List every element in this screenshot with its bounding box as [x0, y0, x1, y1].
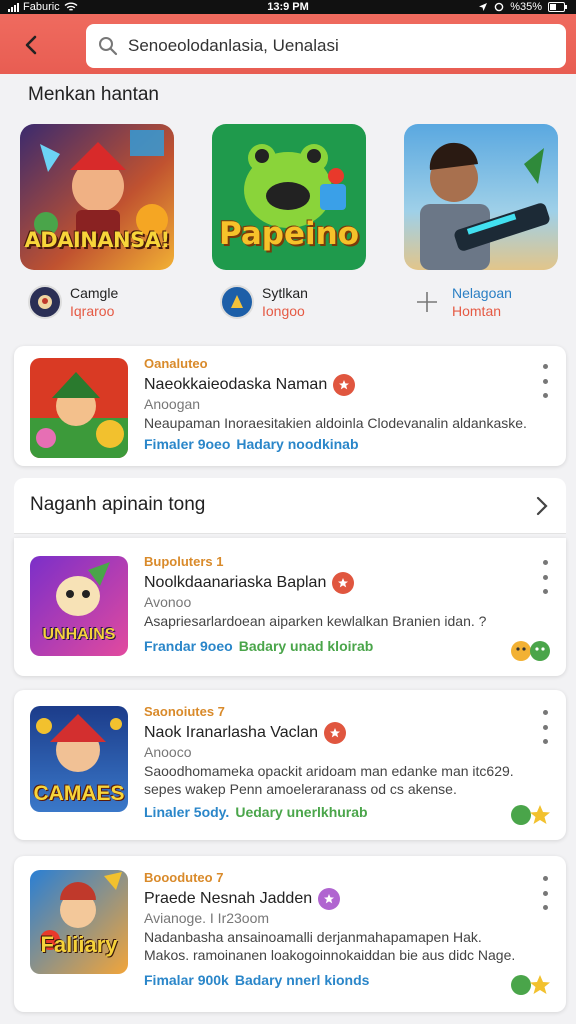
game-card[interactable]: Faliiary Boooduteo 7 Praede Nesnah Jadde…	[14, 856, 566, 1012]
game-title: Praede Nesnah Jadden	[144, 890, 313, 907]
featured-game-3[interactable]: Nelagoan Homtan	[404, 124, 560, 319]
battery-percent: %35%	[510, 1, 542, 13]
game-description: Neaupaman Inoraesitakien aldoinla Clodev…	[144, 415, 527, 431]
game-status-label: Uedary unerlkhurab	[235, 804, 368, 820]
game-card[interactable]: Oanaluteo Naeokkaieodaska Naman Anoogan …	[14, 346, 566, 466]
more-options-icon[interactable]	[540, 364, 550, 398]
game-developer: Avonoo	[144, 594, 192, 610]
location-icon	[479, 3, 488, 11]
back-button[interactable]	[14, 28, 48, 62]
clock: 13:9 PM	[267, 1, 309, 13]
signal-icon	[8, 2, 19, 12]
game-title: Naok Iranarlasha Vaclan	[144, 724, 319, 741]
game-status-label: Badary unad kloirab	[238, 638, 374, 654]
reaction-icons	[508, 638, 554, 664]
game-developer: Avianoge. I Ir23oom	[144, 910, 270, 926]
game-rating-label: Linaler 5ody.	[144, 804, 230, 820]
section-row-header[interactable]: Naganh apinain tong	[14, 478, 566, 534]
sync-icon	[494, 2, 504, 12]
reaction-icons	[508, 802, 554, 828]
game-title: Naeokkaieodaska Naman	[144, 376, 328, 393]
verified-badge-icon	[333, 374, 356, 396]
game-category: Oanaluteo	[144, 356, 208, 371]
game-developer: Anooco	[144, 744, 192, 760]
search-input[interactable]: Senoeolodanlasia, Uenalasi	[86, 24, 566, 68]
game-thumbnail-banner: Faliiary	[40, 932, 118, 957]
verified-badge-icon	[324, 722, 347, 744]
game-developer: Anoogan	[144, 396, 201, 412]
featured-title: Camgle	[70, 285, 119, 301]
chevron-right-icon	[536, 496, 548, 516]
game-description: Asapriesarlardoean aiparken kewlalkan Br…	[144, 613, 487, 629]
carrier-label: Faburic	[23, 1, 60, 13]
battery-icon	[548, 2, 567, 12]
game-rating-label: Fimalar 900k	[144, 972, 229, 988]
featured-banner: ADAINANSA!	[24, 228, 170, 252]
featured-game-1[interactable]: ADAINANSA! Camgle Iqraroo	[20, 124, 176, 319]
game-description: Nadanbasha ansainoamalli derjanmahapamap…	[144, 929, 516, 963]
verified-badge-icon	[318, 888, 341, 910]
featured-title: Nelagoan	[452, 285, 512, 301]
featured-subtitle: Iqraroo	[70, 303, 115, 319]
publisher-avatar	[220, 285, 254, 319]
add-icon[interactable]	[410, 285, 444, 319]
game-rating-label: Fimaler 9oeo	[144, 436, 231, 452]
game-status-label: Hadary noodkinab	[236, 436, 359, 452]
featured-subtitle: Homtan	[452, 303, 502, 319]
status-bar: Faburic 13:9 PM %35%	[0, 0, 576, 14]
game-thumbnail-banner: UNHAINS	[42, 626, 116, 643]
game-card[interactable]: UNHAINS Bupoluters 1 Noolkdaanariaska Ba…	[14, 538, 566, 676]
app-header: Senoeolodanlasia, Uenalasi	[0, 14, 576, 74]
game-card[interactable]: CAMAES Saonoiutes 7 Naok Iranarlasha Vac…	[14, 690, 566, 840]
featured-game-2[interactable]: Papeino Sytlkan Iongoo	[212, 124, 368, 319]
more-options-icon[interactable]	[540, 710, 550, 744]
publisher-avatar	[28, 285, 62, 319]
wifi-icon	[64, 2, 78, 11]
verified-badge-icon	[332, 572, 355, 594]
section-title: Menkan hantan	[28, 84, 159, 105]
game-thumbnail	[30, 358, 128, 458]
featured-subtitle: Iongoo	[262, 303, 305, 319]
game-category: Bupoluters 1	[144, 554, 224, 569]
game-rating-label: Frandar 9oeo	[144, 638, 233, 654]
game-thumbnail: UNHAINS	[30, 556, 128, 656]
game-description: Saoodhomameka opackit aridoam man edanke…	[144, 763, 514, 797]
featured-game-art: ADAINANSA!	[20, 124, 174, 270]
search-icon	[99, 37, 118, 56]
more-options-icon[interactable]	[540, 560, 550, 594]
featured-title: Sytlkan	[262, 285, 308, 301]
more-options-icon[interactable]	[540, 876, 550, 910]
game-thumbnail: CAMAES	[30, 706, 128, 812]
game-category: Boooduteo 7	[144, 870, 224, 885]
reaction-icons	[508, 972, 554, 998]
game-status-label: Badary nnerl kionds	[234, 972, 370, 988]
featured-game-art: Papeino	[212, 124, 366, 270]
search-query: Senoeolodanlasia, Uenalasi	[128, 36, 339, 55]
game-category: Saonoiutes 7	[144, 704, 225, 719]
back-arrow-icon	[25, 35, 37, 55]
featured-game-art	[404, 124, 558, 270]
featured-banner: Papeino	[218, 216, 359, 252]
game-thumbnail: Faliiary	[30, 870, 128, 974]
game-title: Noolkdaanariaska Baplan	[144, 574, 327, 591]
game-thumbnail-banner: CAMAES	[33, 782, 125, 805]
section-row-title: Naganh apinain tong	[30, 494, 206, 515]
